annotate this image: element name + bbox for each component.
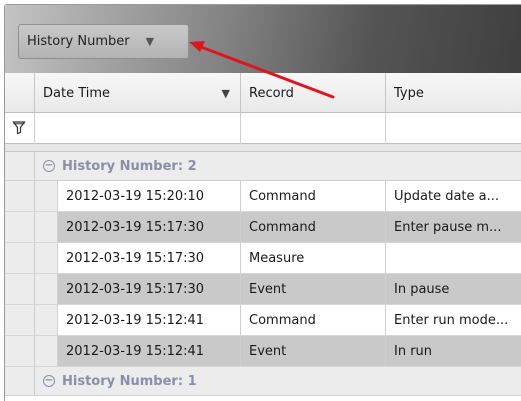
cell-record[interactable]: Command: [241, 212, 386, 242]
column-header-label: Type: [394, 85, 424, 101]
row-indicator[interactable]: [5, 181, 35, 211]
group-indent: [35, 212, 58, 242]
column-header-row: Date Time ▼ Record Type: [5, 73, 521, 113]
group-indent: [35, 243, 58, 273]
table-row[interactable]: 2012-03-19 15:17:30 Measure: [5, 243, 521, 274]
cell-date-time[interactable]: 2012-03-19 15:20:10: [58, 181, 241, 211]
filter-cell-type[interactable]: [386, 113, 521, 144]
cell-record[interactable]: Measure: [241, 243, 386, 273]
row-indicator[interactable]: [5, 243, 35, 273]
filter-cell-record[interactable]: [241, 113, 386, 144]
cell-date-time[interactable]: 2012-03-19 15:12:41: [58, 305, 241, 335]
cell-date-time[interactable]: 2012-03-19 15:17:30: [58, 274, 241, 304]
group-by-panel: History Number ▼: [5, 5, 521, 73]
group-label: History Number: 2: [62, 158, 197, 174]
table-row[interactable]: 2012-03-19 15:17:30 Command Enter pause …: [5, 212, 521, 243]
row-indicator[interactable]: [5, 336, 35, 366]
cell-record[interactable]: Event: [241, 274, 386, 304]
table-row[interactable]: 2012-03-19 15:17:30 Event In pause: [5, 274, 521, 305]
cell-type[interactable]: In pause: [386, 274, 521, 304]
column-header-date-time[interactable]: Date Time ▼: [35, 73, 241, 113]
column-header-label: Record: [249, 85, 294, 101]
group-indent: [35, 274, 58, 304]
filter-row-indicator: [5, 113, 35, 144]
group-by-chip-label: History Number: [27, 34, 130, 49]
cell-record[interactable]: Command: [241, 181, 386, 211]
row-indicator: [5, 152, 35, 180]
column-header-record[interactable]: Record: [241, 73, 386, 113]
table-row[interactable]: 2012-03-19 15:20:10 Command Update date …: [5, 181, 521, 212]
funnel-icon[interactable]: [12, 120, 26, 136]
cell-type[interactable]: [386, 243, 521, 273]
cell-record[interactable]: Event: [241, 336, 386, 366]
group-row-history-number-1[interactable]: − History Number: 1: [5, 367, 521, 396]
group-indent: [35, 305, 58, 335]
group-by-chip-history-number[interactable]: History Number ▼: [18, 24, 189, 59]
row-indicator[interactable]: [5, 305, 35, 335]
row-indicator[interactable]: [5, 212, 35, 242]
filter-cell-date-time[interactable]: [35, 113, 241, 144]
collapse-icon[interactable]: −: [43, 375, 55, 387]
table-row[interactable]: 2012-03-19 15:12:41 Command Enter run mo…: [5, 305, 521, 336]
filter-row: [5, 113, 521, 144]
cell-type[interactable]: Enter run mode...: [386, 305, 521, 335]
data-grid: History Number ▼ Date Time ▼ Record Type: [4, 4, 521, 401]
cell-date-time[interactable]: 2012-03-19 15:17:30: [58, 212, 241, 242]
group-indent: [35, 181, 58, 211]
column-header-type[interactable]: Type: [386, 73, 521, 113]
table-row[interactable]: 2012-03-19 15:12:41 Event In run: [5, 336, 521, 367]
group-row-history-number-2[interactable]: − History Number: 2: [5, 152, 521, 181]
cell-date-time[interactable]: 2012-03-19 15:17:30: [58, 243, 241, 273]
cell-type[interactable]: Update date a...: [386, 181, 521, 211]
collapse-icon[interactable]: −: [43, 160, 55, 172]
cell-date-time[interactable]: 2012-03-19 15:12:41: [58, 336, 241, 366]
group-indent: [35, 336, 58, 366]
row-indicator-header: [5, 73, 35, 113]
row-indicator[interactable]: [5, 274, 35, 304]
grid-spacer: [5, 144, 521, 152]
group-label: History Number: 1: [62, 373, 197, 389]
sort-arrow-icon[interactable]: ▼: [146, 35, 154, 48]
filter-dropdown-icon[interactable]: ▼: [222, 87, 230, 100]
cell-type[interactable]: In run: [386, 336, 521, 366]
row-indicator: [5, 367, 35, 395]
column-header-label: Date Time: [43, 85, 111, 101]
cell-record[interactable]: Command: [241, 305, 386, 335]
cell-type[interactable]: Enter pause m...: [386, 212, 521, 242]
